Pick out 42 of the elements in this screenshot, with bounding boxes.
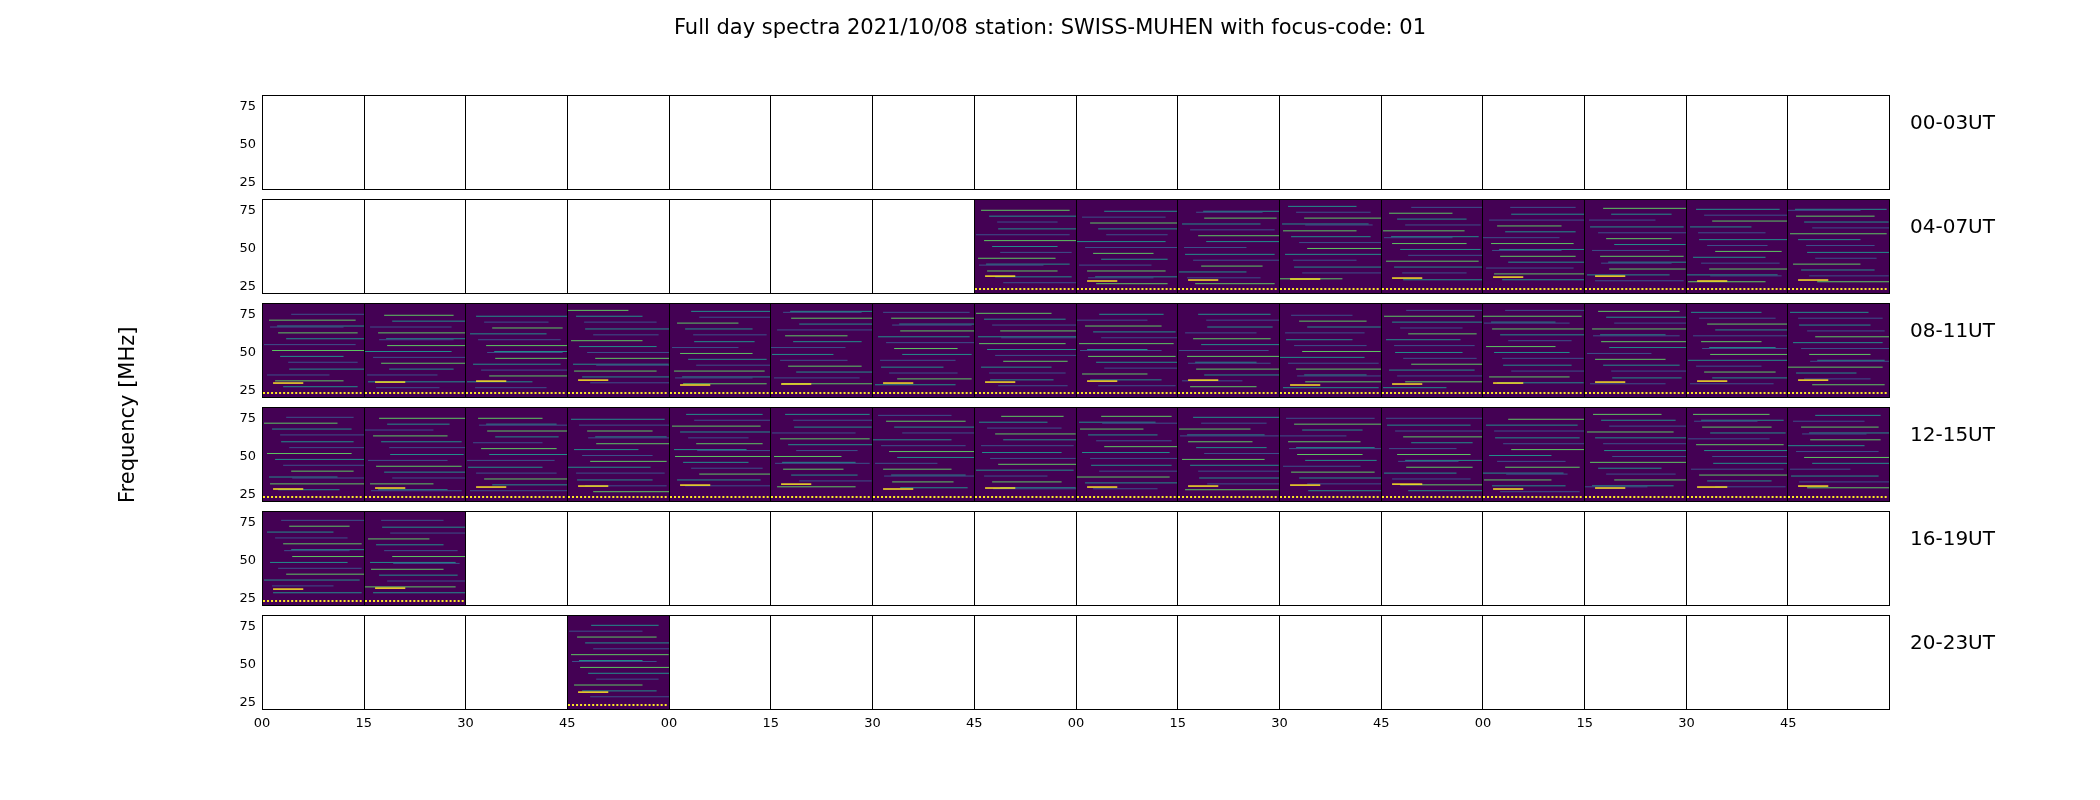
y-tick-label: 25: [239, 278, 256, 293]
x-tick-label: 45: [1780, 714, 1797, 732]
y-axis-label: Frequency [MHz]: [114, 326, 140, 503]
y-tick-label: 25: [239, 174, 256, 189]
row-time-label: 12-15UT: [1910, 422, 1995, 446]
y-tick-label: 25: [239, 486, 256, 501]
x-tick-label: 30: [1678, 714, 1695, 732]
y-tick-label: 75: [239, 618, 256, 633]
x-tick-label: 45: [966, 714, 983, 732]
y-tick-label: 25: [239, 382, 256, 397]
y-tick-label: 50: [239, 448, 256, 463]
row-time-label: 00-03UT: [1910, 110, 1995, 134]
x-tick-label: 45: [559, 714, 576, 732]
y-tick-label: 25: [239, 590, 256, 605]
x-tick-label: 15: [1169, 714, 1186, 732]
figure-title: Full day spectra 2021/10/08 station: SWISS-MUHEN with focus-code: 01: [673, 14, 1427, 41]
x-tick-label: 15: [762, 714, 779, 732]
row-time-label: 04-07UT: [1910, 214, 1995, 238]
x-tick-label: 30: [864, 714, 881, 732]
row-time-label: 08-11UT: [1910, 318, 1995, 342]
x-tick-label: 15: [1576, 714, 1593, 732]
x-tick-label: 00: [1474, 714, 1492, 732]
y-tick-label: 50: [239, 552, 256, 567]
x-tick-label: 00: [660, 714, 678, 732]
y-tick-label: 75: [239, 306, 256, 321]
x-tick-label: 30: [1271, 714, 1288, 732]
x-tick-label: 00: [253, 714, 271, 732]
y-tick-label: 50: [239, 240, 256, 255]
x-tick-label: 15: [355, 714, 372, 732]
y-tick-label: 50: [239, 344, 256, 359]
row-time-label: 16-19UT: [1910, 526, 1995, 550]
y-tick-label: 75: [239, 98, 256, 113]
x-tick-label: 00: [1067, 714, 1085, 732]
row-time-label: 20-23UT: [1910, 630, 1995, 654]
y-tick-label: 75: [239, 410, 256, 425]
y-tick-label: 75: [239, 202, 256, 217]
y-tick-label: 25: [239, 694, 256, 709]
y-tick-label: 75: [239, 514, 256, 529]
x-tick-label: 30: [457, 714, 474, 732]
y-tick-label: 50: [239, 656, 256, 671]
x-tick-label: 45: [1373, 714, 1390, 732]
y-tick-label: 50: [239, 136, 256, 151]
